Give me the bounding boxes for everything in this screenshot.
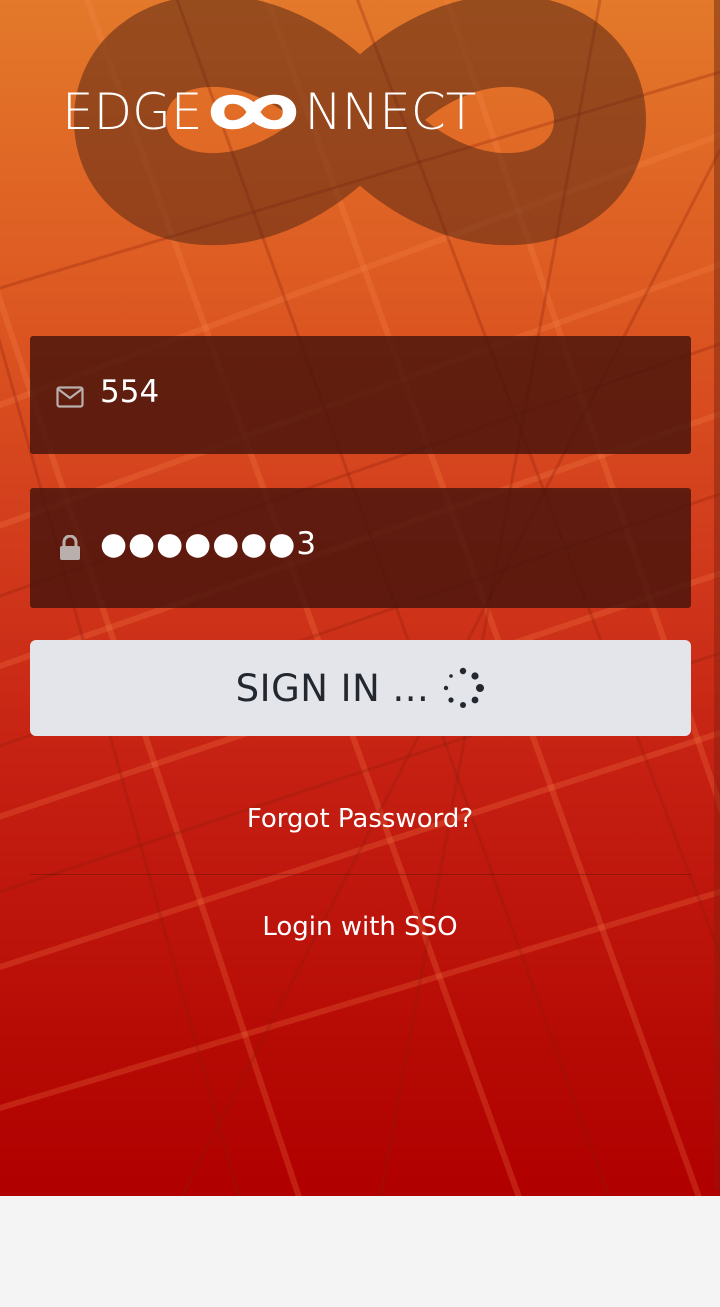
infinity-watermark-icon	[73, 0, 647, 246]
envelope-icon	[56, 383, 84, 411]
email-value: 554	[100, 374, 160, 410]
spinner-icon	[444, 667, 485, 708]
email-field[interactable]: 554	[30, 336, 691, 454]
logo-text-edge: EDGE	[62, 83, 203, 141]
login-screen: EDGE NNECT 554 ●●●●●●●3 SIGN IN ... Forg…	[0, 0, 720, 1307]
sso-login-link[interactable]: Login with SSO	[0, 912, 720, 942]
password-field[interactable]: ●●●●●●●3	[30, 488, 691, 608]
scroll-edge	[714, 0, 720, 1190]
divider	[30, 874, 691, 875]
forgot-password-link[interactable]: Forgot Password?	[0, 804, 720, 834]
sign-in-button[interactable]: SIGN IN ...	[30, 640, 691, 736]
lock-icon	[56, 534, 84, 562]
bottom-blank-area	[0, 1196, 720, 1307]
logo-text-nnect: NNECT	[304, 83, 477, 141]
password-value: ●●●●●●●3	[100, 526, 318, 562]
sign-in-label: SIGN IN ...	[235, 666, 430, 710]
edgeconnect-logo: EDGE NNECT	[62, 84, 476, 140]
infinity-icon	[211, 94, 297, 130]
